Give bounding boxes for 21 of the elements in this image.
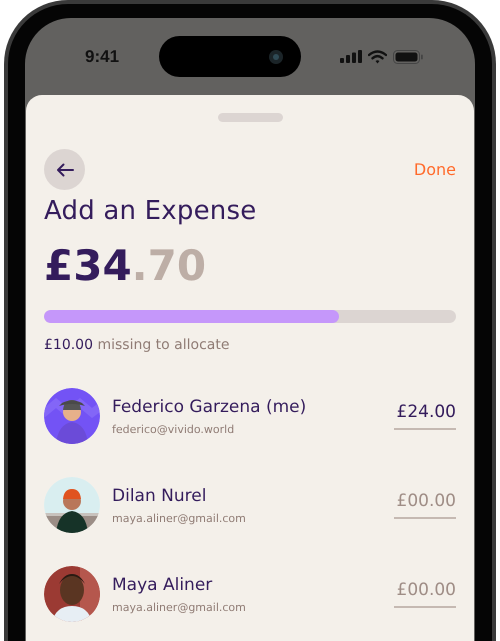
total-amount: £34 [44, 240, 132, 292]
back-button[interactable] [44, 149, 85, 190]
participant-email: maya.aliner@gmail.com [112, 600, 247, 614]
amount-field[interactable]: £00.00 [394, 580, 456, 608]
participant-email: federico@vivido.world [112, 422, 236, 436]
camera-icon [268, 50, 283, 64]
drag-handle[interactable] [218, 113, 282, 122]
back-arrow-icon [56, 162, 74, 176]
participant-name: Federico Garzena (me) [112, 396, 308, 416]
participant-name: Dilan Nurel [112, 486, 208, 506]
page-title: Add an Expense [44, 196, 258, 226]
signal-icon [340, 50, 362, 63]
battery-icon [393, 50, 423, 64]
allocation-note: £10.00 missing to allocate [44, 337, 230, 353]
amount-field[interactable]: £00.00 [394, 491, 456, 519]
status-time: 9:41 [85, 46, 120, 66]
amount-field[interactable]: £24.00 [394, 402, 456, 430]
total-cents: .70 [132, 240, 206, 292]
participant-email: maya.aliner@gmail.com [112, 512, 247, 524]
wifi-icon [368, 50, 387, 64]
participant-name: Maya Aliner [112, 574, 214, 594]
